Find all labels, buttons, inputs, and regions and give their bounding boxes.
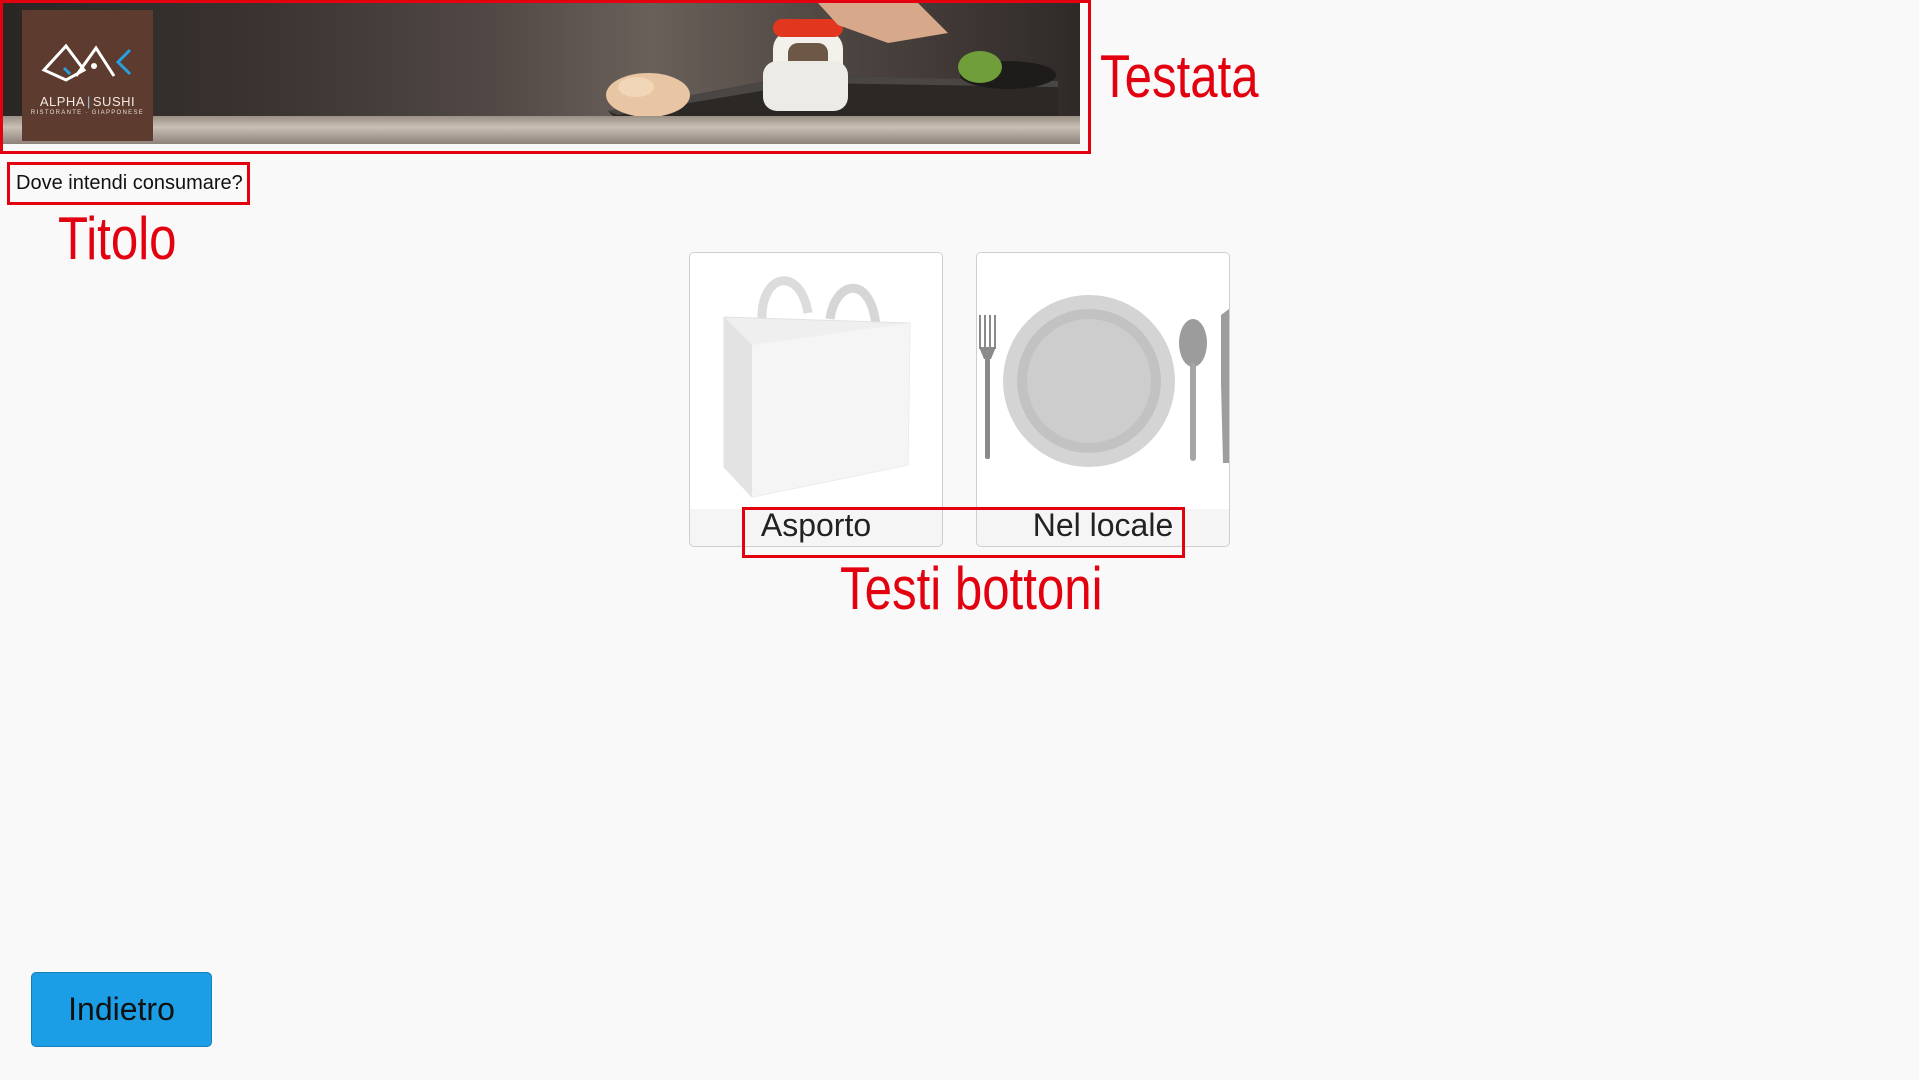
dine-in-button[interactable]: Nel locale — [976, 252, 1230, 547]
header-annotation-box — [0, 0, 1091, 154]
header-annotation-label: Testata — [1100, 43, 1259, 110]
takeaway-image — [690, 253, 942, 509]
shopping-bag-icon — [723, 276, 911, 498]
buttons-annotation-label: Testi bottoni — [840, 555, 1103, 622]
plate-cutlery-icon — [979, 295, 1229, 467]
back-button[interactable]: Indietro — [31, 972, 212, 1047]
buttons-annotation-box — [742, 507, 1185, 558]
title-annotation-label: Titolo — [58, 205, 177, 272]
takeaway-button[interactable]: Asporto — [689, 252, 943, 547]
dine-in-image — [977, 253, 1229, 509]
title-annotation-box — [7, 162, 250, 205]
